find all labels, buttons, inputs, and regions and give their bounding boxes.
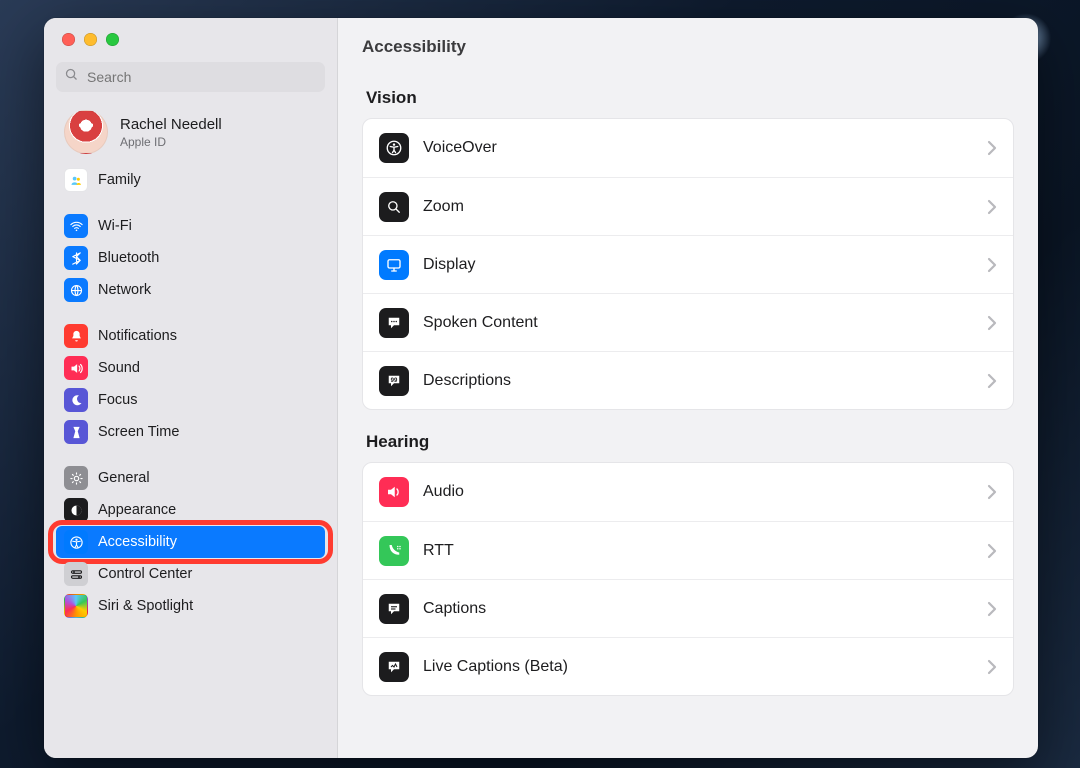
sidebar-item-label: Control Center	[98, 566, 192, 582]
main-header: Accessibility	[338, 18, 1038, 76]
row-label: Live Captions (Beta)	[423, 658, 973, 676]
network-icon	[64, 278, 88, 302]
sidebar-item-label: Network	[98, 282, 151, 298]
chevron-right-icon	[987, 257, 997, 273]
row-captions[interactable]: Captions	[363, 579, 1013, 637]
focus-icon	[64, 388, 88, 412]
row-rtt[interactable]: RTT	[363, 521, 1013, 579]
vision-card: VoiceOver Zoom Display	[362, 118, 1014, 410]
zoom-button[interactable]	[106, 33, 119, 46]
sidebar-item-label: General	[98, 470, 150, 486]
rtt-icon	[379, 536, 409, 566]
captions-icon	[379, 594, 409, 624]
row-label: Zoom	[423, 198, 973, 216]
sound-icon	[64, 356, 88, 380]
row-voiceover[interactable]: VoiceOver	[363, 119, 1013, 177]
svg-text:99: 99	[391, 377, 398, 383]
sidebar-item-label: Family	[98, 172, 141, 188]
appearance-icon	[64, 498, 88, 522]
row-display[interactable]: Display	[363, 235, 1013, 293]
accessibility-icon	[64, 530, 88, 554]
screentime-icon	[64, 420, 88, 444]
bluetooth-icon	[64, 246, 88, 270]
voiceover-icon	[379, 133, 409, 163]
chevron-right-icon	[987, 601, 997, 617]
sidebar-item-screentime[interactable]: Screen Time	[56, 416, 325, 448]
descriptions-icon: 99	[379, 366, 409, 396]
row-descriptions[interactable]: 99 Descriptions	[363, 351, 1013, 409]
sidebar-item-controlcenter[interactable]: Control Center	[56, 558, 325, 590]
system-settings-window: Rachel Needell Apple ID Family Wi-Fi	[44, 18, 1038, 758]
sidebar-item-label: Screen Time	[98, 424, 179, 440]
window-controls	[44, 18, 337, 62]
profile-name: Rachel Needell	[120, 116, 222, 133]
sidebar-item-sound[interactable]: Sound	[56, 352, 325, 384]
sidebar-item-appearance[interactable]: Appearance	[56, 494, 325, 526]
sidebar-item-wifi[interactable]: Wi-Fi	[56, 210, 325, 242]
sidebar-item-label: Siri & Spotlight	[98, 598, 193, 614]
chevron-right-icon	[987, 140, 997, 156]
row-label: Spoken Content	[423, 314, 973, 332]
row-zoom[interactable]: Zoom	[363, 177, 1013, 235]
search-field[interactable]	[56, 62, 325, 92]
main-scroll[interactable]: Vision VoiceOver Zoom	[338, 76, 1038, 726]
chevron-right-icon	[987, 484, 997, 500]
search-input[interactable]	[87, 69, 317, 85]
main-content: Accessibility Vision VoiceOver Zoom	[338, 18, 1038, 758]
profile-sub: Apple ID	[120, 135, 222, 149]
row-livecaptions[interactable]: Live Captions (Beta)	[363, 637, 1013, 695]
sidebar-item-general[interactable]: General	[56, 462, 325, 494]
sidebar-item-notifications[interactable]: Notifications	[56, 320, 325, 352]
row-label: Descriptions	[423, 372, 973, 390]
row-label: Display	[423, 256, 973, 274]
sidebar-item-label: Sound	[98, 360, 140, 376]
general-icon	[64, 466, 88, 490]
row-spoken-content[interactable]: Spoken Content	[363, 293, 1013, 351]
notifications-icon	[64, 324, 88, 348]
sidebar-item-label: Focus	[98, 392, 138, 408]
sidebar-item-label: Appearance	[98, 502, 176, 518]
sidebar-scroll[interactable]: Rachel Needell Apple ID Family Wi-Fi	[44, 102, 337, 634]
row-audio[interactable]: Audio	[363, 463, 1013, 521]
sidebar-item-label: Accessibility	[98, 534, 177, 550]
sidebar-item-label: Notifications	[98, 328, 177, 344]
siri-icon	[64, 594, 88, 618]
zoom-icon	[379, 192, 409, 222]
section-hearing: Hearing	[366, 432, 1010, 452]
chevron-right-icon	[987, 315, 997, 331]
sidebar-item-label: Wi-Fi	[98, 218, 132, 234]
sidebar-item-network[interactable]: Network	[56, 274, 325, 306]
chevron-right-icon	[987, 543, 997, 559]
sidebar-item-appleid[interactable]: Rachel Needell Apple ID	[56, 102, 325, 164]
row-label: VoiceOver	[423, 139, 973, 157]
sidebar-item-family[interactable]: Family	[56, 164, 325, 196]
sidebar: Rachel Needell Apple ID Family Wi-Fi	[44, 18, 338, 758]
wifi-icon	[64, 214, 88, 238]
chevron-right-icon	[987, 373, 997, 389]
page-title: Accessibility	[362, 37, 466, 57]
row-label: Captions	[423, 600, 973, 618]
audio-icon	[379, 477, 409, 507]
row-label: Audio	[423, 483, 973, 501]
avatar	[64, 110, 108, 154]
spoken-content-icon	[379, 308, 409, 338]
row-label: RTT	[423, 542, 973, 560]
controlcenter-icon	[64, 562, 88, 586]
sidebar-item-bluetooth[interactable]: Bluetooth	[56, 242, 325, 274]
chevron-right-icon	[987, 199, 997, 215]
sidebar-item-siri[interactable]: Siri & Spotlight	[56, 590, 325, 622]
chevron-right-icon	[987, 659, 997, 675]
sidebar-item-focus[interactable]: Focus	[56, 384, 325, 416]
sidebar-item-accessibility[interactable]: Accessibility	[56, 526, 325, 558]
display-icon	[379, 250, 409, 280]
livecaptions-icon	[379, 652, 409, 682]
sidebar-item-label: Bluetooth	[98, 250, 159, 266]
close-button[interactable]	[62, 33, 75, 46]
hearing-card: Audio RTT Captions	[362, 462, 1014, 696]
family-icon	[64, 168, 88, 192]
section-vision: Vision	[366, 88, 1010, 108]
minimize-button[interactable]	[84, 33, 97, 46]
search-icon	[64, 67, 79, 87]
